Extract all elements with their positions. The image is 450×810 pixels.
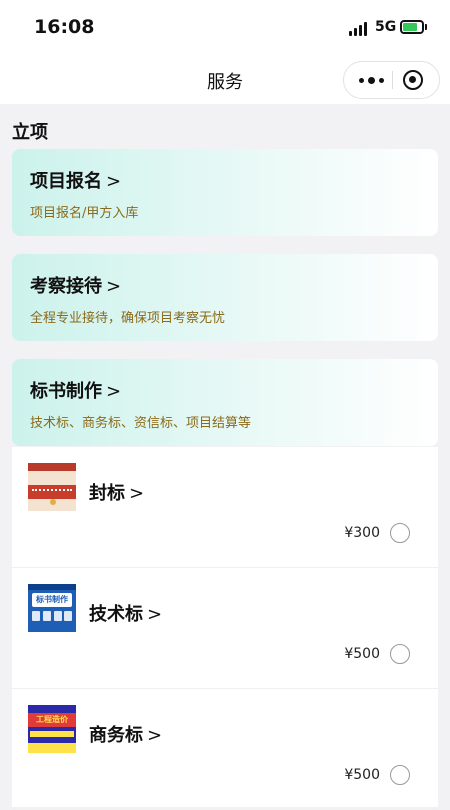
navigation-bar: 服务 <box>0 56 450 104</box>
battery-icon <box>400 20 424 34</box>
item-name: 商务标 > <box>89 725 163 746</box>
select-radio[interactable] <box>390 765 410 785</box>
miniprogram-capsule <box>343 61 440 99</box>
list-item-technical-bid[interactable]: 标书制作 技术标 > ¥500 <box>12 568 438 689</box>
chevron-right-icon: > <box>106 276 122 297</box>
signal-icon <box>349 22 369 36</box>
close-miniprogram-icon[interactable] <box>403 70 423 90</box>
card-title: 项目报名 > <box>30 171 122 192</box>
status-time: 16:08 <box>34 16 95 38</box>
card-subtitle: 全程专业接待，确保项目考察无忧 <box>30 311 226 326</box>
more-icon[interactable] <box>356 62 386 98</box>
chevron-right-icon: > <box>106 171 122 192</box>
card-title: 标书制作 > <box>30 381 122 402</box>
sealed-envelope-thumbnail <box>28 463 76 511</box>
chevron-right-icon: > <box>106 381 122 402</box>
service-card-bid-preparation[interactable]: 标书制作 > 技术标、商务标、资信标、项目结算等 <box>12 359 438 446</box>
item-name: 封标 > <box>89 483 145 504</box>
select-radio[interactable] <box>390 523 410 543</box>
bid-item-list: 封标 > ¥300 标书制作 技术标 > ¥500 工程造价 商务标 > ¥500 <box>12 447 438 810</box>
cost-estimate-thumbnail: 工程造价 <box>28 705 76 753</box>
card-subtitle: 技术标、商务标、资信标、项目结算等 <box>30 416 252 431</box>
list-item-commercial-bid[interactable]: 工程造价 商务标 > ¥500 <box>12 689 438 810</box>
chevron-right-icon: > <box>129 483 145 504</box>
list-item-sealing[interactable]: 封标 > ¥300 <box>12 447 438 568</box>
card-title: 考察接待 > <box>30 276 122 297</box>
item-price: ¥500 <box>344 767 380 783</box>
select-radio[interactable] <box>390 644 410 664</box>
item-price: ¥300 <box>344 525 380 541</box>
bid-document-thumbnail: 标书制作 <box>28 584 76 632</box>
section-title: 立项 <box>12 122 48 143</box>
item-name: 技术标 > <box>89 604 163 625</box>
card-subtitle: 项目报名/甲方入库 <box>30 206 139 221</box>
status-bar: 16:08 5G <box>0 0 450 56</box>
chevron-right-icon: > <box>147 604 163 625</box>
service-card-site-inspection[interactable]: 考察接待 > 全程专业接待，确保项目考察无忧 <box>12 254 438 341</box>
network-type: 5G <box>375 19 397 35</box>
item-price: ¥500 <box>344 646 380 662</box>
capsule-divider <box>392 71 393 89</box>
battery-cap <box>425 24 427 30</box>
chevron-right-icon: > <box>147 725 163 746</box>
service-card-project-registration[interactable]: 项目报名 > 项目报名/甲方入库 <box>12 149 438 236</box>
